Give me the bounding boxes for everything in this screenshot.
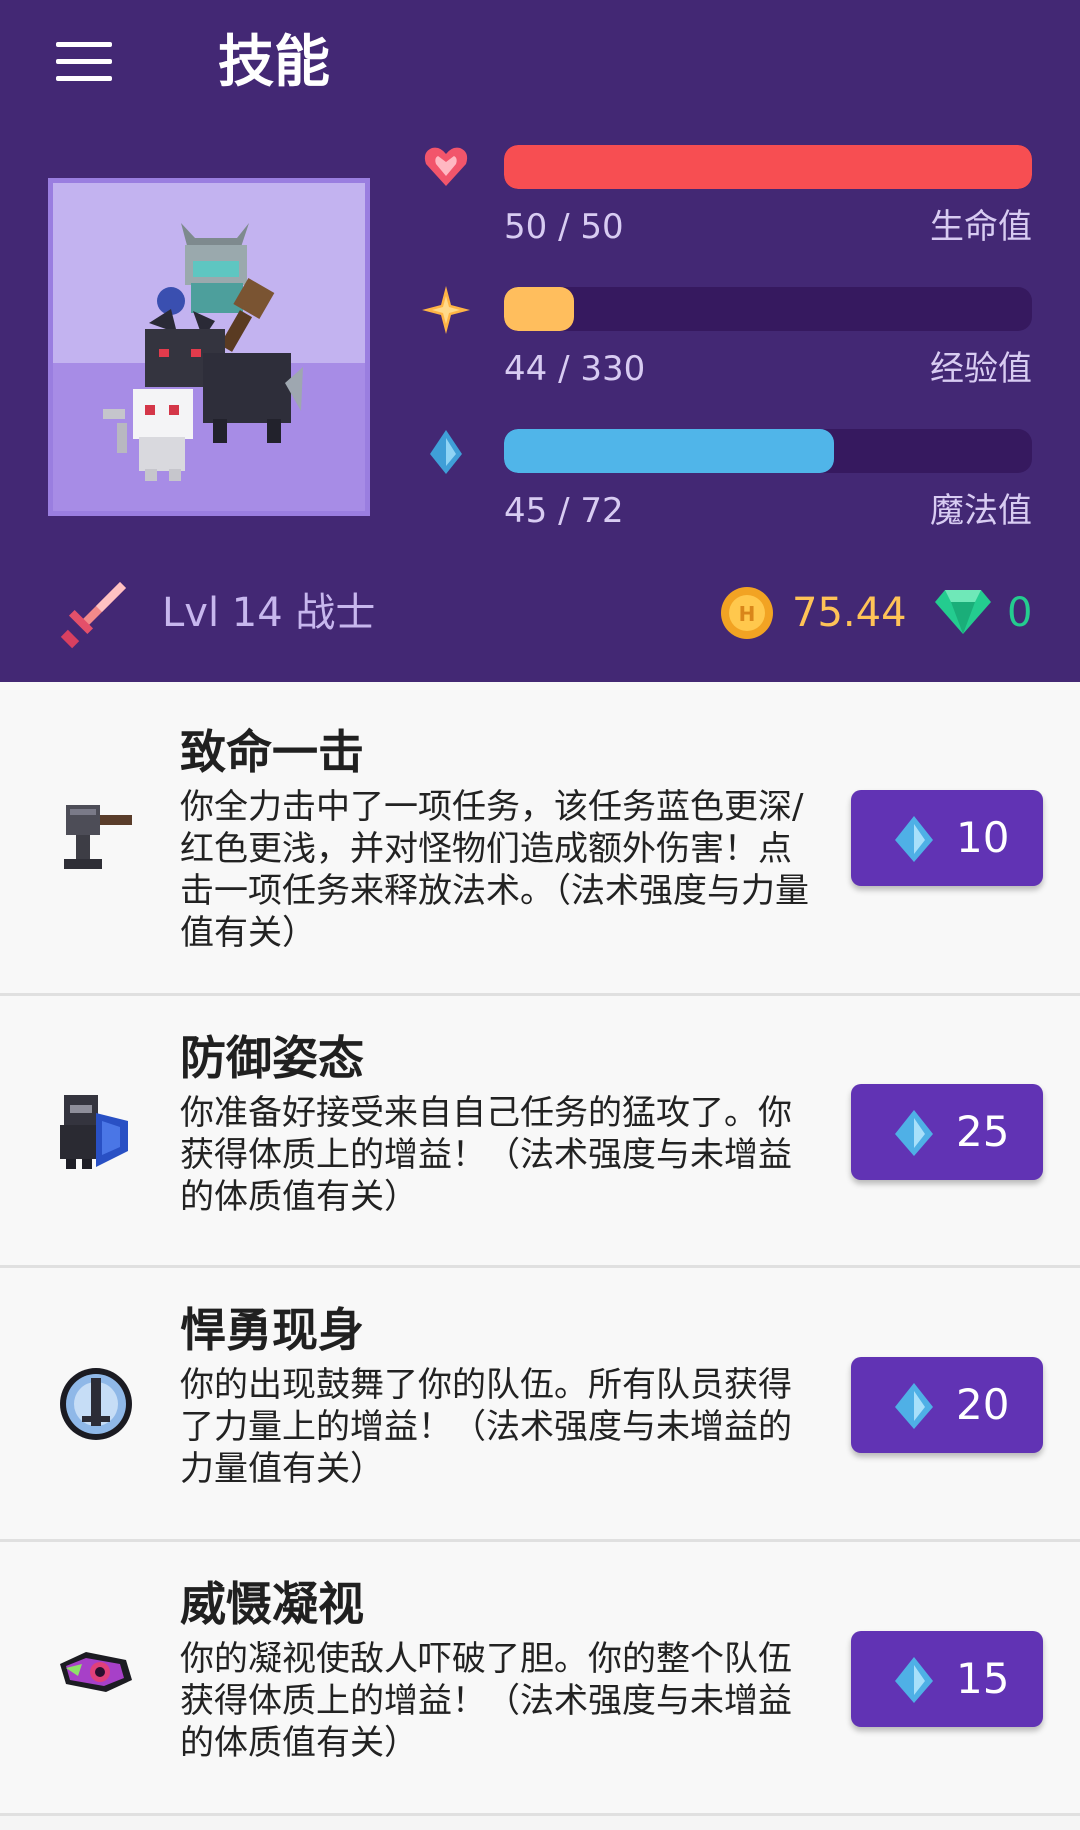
skill-description: 你的出现鼓舞了你的队伍。所有队员获得了力量上的增益！（法术强度与未增益的力量值有… (180, 1365, 792, 1489)
sword-emblem-icon (60, 1368, 132, 1440)
level-class: Lvl 14 战士 (162, 590, 376, 636)
skill-description: 你准备好接受来自自己任务的猛攻了。你获得体质上的增益！（法术强度与未增益的体质值… (180, 1093, 792, 1217)
skill-description: 你的凝视使敌人吓破了胆。你的整个队伍获得体质上的增益！（法术强度与未增益的体质值… (180, 1639, 792, 1763)
health-label: 生命值 (930, 207, 1032, 247)
heart-icon (424, 147, 468, 186)
star-icon (422, 286, 470, 334)
skill-description: 你全力击中了一项任务，该任务蓝色更深/红色更浅，并对怪物们造成额外伤害！点击一项… (180, 787, 809, 953)
mana-cost: 15 (956, 1654, 1010, 1703)
skill-name: 悍勇现身 (180, 1303, 364, 1357)
gold-coin-icon: H (721, 587, 773, 639)
mana-value: 45 / 72 (504, 491, 624, 531)
mana-bar (504, 429, 1032, 473)
gem-icon (935, 590, 991, 634)
experience-label: 经验值 (930, 349, 1032, 389)
skill-row[interactable]: 致命一击 你全力击中了一项任务，该任务蓝色更深/红色更浅，并对怪物们造成额外伤害… (0, 682, 1080, 996)
cast-button[interactable]: 20 (851, 1357, 1043, 1453)
mana-label: 魔法值 (930, 491, 1032, 531)
menu-icon[interactable] (56, 42, 112, 82)
gold-amount: 75.44 (792, 590, 907, 636)
cast-button[interactable]: 10 (851, 790, 1043, 886)
skill-name: 威慑凝视 (180, 1577, 364, 1631)
hammer-icon (64, 805, 132, 869)
svg-text:H: H (739, 602, 756, 626)
sword-icon (60, 582, 126, 649)
mana-drop-icon (430, 430, 462, 474)
cast-button[interactable]: 15 (851, 1631, 1043, 1727)
page-title: 技能 (218, 30, 330, 95)
skill-name: 防御姿态 (180, 1031, 364, 1085)
skill-name: 致命一击 (180, 725, 364, 779)
evil-eye-icon (60, 1652, 132, 1692)
health-value: 50 / 50 (504, 207, 624, 247)
skill-row[interactable]: 防御姿态 你准备好接受来自自己任务的猛攻了。你获得体质上的增益！（法术强度与未增… (0, 996, 1080, 1268)
experience-value: 44 / 330 (504, 349, 646, 389)
avatar[interactable] (48, 178, 370, 516)
gem-amount: 0 (1007, 590, 1033, 636)
shield-knight-icon (60, 1095, 128, 1169)
hero-header: 技能 50 / 50 生命值 44 / 330 经验值 45 / 72 魔法值 … (0, 0, 1080, 682)
skill-row[interactable]: 威慑凝视 你的凝视使敌人吓破了胆。你的整个队伍获得体质上的增益！（法术强度与未增… (0, 1542, 1080, 1816)
experience-bar (504, 287, 1032, 331)
mana-cost: 20 (956, 1380, 1010, 1429)
mana-cost: 10 (956, 813, 1010, 862)
health-bar (504, 145, 1032, 189)
mana-cost: 25 (956, 1107, 1010, 1156)
skill-row[interactable]: 悍勇现身 你的出现鼓舞了你的队伍。所有队员获得了力量上的增益！（法术强度与未增益… (0, 1268, 1080, 1542)
cast-button[interactable]: 25 (851, 1084, 1043, 1180)
